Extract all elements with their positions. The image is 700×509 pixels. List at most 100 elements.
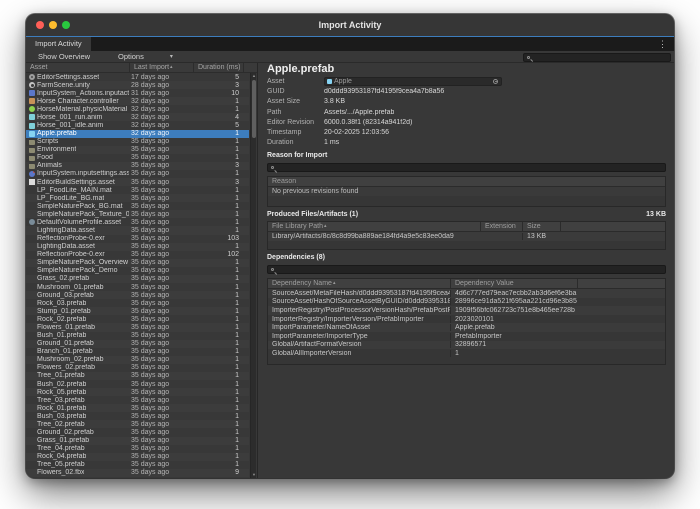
- asset-list-item[interactable]: Horse_001_run.anim 32 days ago 4: [26, 113, 249, 121]
- column-header-size[interactable]: Size: [522, 222, 560, 231]
- asset-list-item[interactable]: Apple.prefab 32 days ago 1: [26, 130, 249, 138]
- kebab-menu-icon[interactable]: ⋮: [658, 37, 667, 51]
- show-overview-button[interactable]: Show Overview: [38, 51, 90, 63]
- column-header-extension[interactable]: Extension: [480, 222, 522, 231]
- asset-name-cell: Grass_01.prefab: [26, 437, 129, 444]
- title-bar[interactable]: Import Activity: [26, 14, 674, 36]
- dependency-value: 1: [450, 350, 577, 357]
- minimize-button[interactable]: [49, 21, 57, 29]
- asset-list-item[interactable]: Rock_03.prefab 35 days ago 1: [26, 299, 249, 307]
- asset-duration: 1: [193, 292, 239, 299]
- asset-list-item[interactable]: LightingData.asset 35 days ago 1: [26, 243, 249, 251]
- asset-list-item[interactable]: Food 35 days ago 1: [26, 154, 249, 162]
- asset-list-item[interactable]: Tree_04.prefab 35 days ago 1: [26, 445, 249, 453]
- asset-list-item[interactable]: Rock_01.prefab 35 days ago 1: [26, 404, 249, 412]
- column-header-asset[interactable]: Asset: [26, 63, 129, 72]
- asset-list-item[interactable]: ReflectionProbe-0.exr 35 days ago 102: [26, 251, 249, 259]
- column-header-last-import[interactable]: Last Import▴: [129, 63, 193, 72]
- reason-search-input[interactable]: [267, 163, 666, 172]
- asset-list-item[interactable]: ReflectionProbe-0.exr 35 days ago 103: [26, 235, 249, 243]
- asset-name-cell: InputSystem_Actions.inputactions: [26, 90, 129, 97]
- object-picker-icon[interactable]: [493, 79, 498, 84]
- asset-list-item[interactable]: Tree_05.prefab 35 days ago 1: [26, 461, 249, 469]
- dependency-row[interactable]: Global/AllImporterVersion 1: [268, 349, 665, 358]
- produced-rows: Library/Artifacts/8c/8c8d99ba889ae184fd4…: [268, 232, 665, 241]
- asset-list-item[interactable]: Grass_02.prefab 35 days ago 1: [26, 275, 249, 283]
- column-header-dependency-name[interactable]: Dependency Name▴: [268, 279, 450, 288]
- asset-list-item[interactable]: InputSystem_Actions.inputactions 31 days…: [26, 89, 249, 97]
- asset-list-item[interactable]: DefaultVolumeProfile.asset 35 days ago 1: [26, 218, 249, 226]
- dependency-row[interactable]: Global/ArtifactFormatVersion 32896571: [268, 341, 665, 350]
- vertical-scrollbar[interactable]: ▲ ▼: [250, 73, 256, 478]
- asset-list-item[interactable]: Rock_02.prefab 35 days ago 1: [26, 315, 249, 323]
- asset-list-item[interactable]: Flowers_02.fbx 35 days ago 9: [26, 469, 249, 477]
- scroll-up-arrow-icon[interactable]: ▲: [251, 73, 257, 79]
- asset-list-item[interactable]: Tree_02.prefab 35 days ago 1: [26, 420, 249, 428]
- asset-list-item[interactable]: EditorBuildSettings.asset 35 days ago 3: [26, 178, 249, 186]
- asset-list-item[interactable]: Horse Character.controller 32 days ago 1: [26, 97, 249, 105]
- dependency-row[interactable]: ImportParameter/ImporterType PrefabImpor…: [268, 332, 665, 341]
- asset-list-item[interactable]: Stump_01.prefab 35 days ago 1: [26, 307, 249, 315]
- dependency-row[interactable]: ImporterRegistry/ImporterVersion/PrefabI…: [268, 315, 665, 324]
- column-header-reason[interactable]: Reason: [268, 177, 296, 186]
- detail-field-row: Timestamp 20-02-2025 12:03:56: [267, 127, 666, 137]
- tab-import-activity[interactable]: Import Activity: [26, 37, 91, 51]
- detail-field-value: 6000.0.38f1 (82314a941f2d): [324, 119, 412, 126]
- dependency-name: ImportParameter/ImporterType: [268, 333, 450, 340]
- dependency-row[interactable]: ImportParameter/NameOfAsset Apple.prefab: [268, 323, 665, 332]
- asset-list-item[interactable]: LightingData.asset 35 days ago 1: [26, 226, 249, 234]
- asset-list-item[interactable]: SimpleNaturePack_Demo 35 days ago 1: [26, 267, 249, 275]
- asset-list-item[interactable]: Animals 35 days ago 3: [26, 162, 249, 170]
- asset-object-field[interactable]: Apple: [324, 77, 502, 86]
- close-button[interactable]: [36, 21, 44, 29]
- asset-list-item[interactable]: Bush_03.prefab 35 days ago 1: [26, 412, 249, 420]
- dependency-row[interactable]: SourceAsset/MetaFileHash/d0ddd93953187fd…: [268, 289, 665, 298]
- asset-list-item[interactable]: Rock_05.prefab 35 days ago 1: [26, 388, 249, 396]
- column-header-duration[interactable]: Duration (ms): [193, 63, 243, 72]
- asset-list-item[interactable]: Horse_001_idle.anim 32 days ago 5: [26, 121, 249, 129]
- asset-list-item[interactable]: Branch_01.prefab 35 days ago 1: [26, 348, 249, 356]
- asset-list-item[interactable]: InputSystem.inputsettings.asset 35 days …: [26, 170, 249, 178]
- dependency-row[interactable]: SourceAsset/HashOfSourceAssetByGUID/d0dd…: [268, 298, 665, 307]
- asset-list-item[interactable]: Flowers_01.prefab 35 days ago 1: [26, 323, 249, 331]
- asset-list-item[interactable]: Ground_01.prefab 35 days ago 1: [26, 340, 249, 348]
- search-icon: [271, 166, 274, 169]
- asset-list-item[interactable]: Grass_01.prefab 35 days ago 1: [26, 437, 249, 445]
- asset-list-item[interactable]: FarmScene.unity 28 days ago 3: [26, 81, 249, 89]
- dependencies-search-input[interactable]: [267, 265, 666, 274]
- column-header-dependency-value[interactable]: Dependency Value: [450, 279, 577, 288]
- asset-list-item[interactable]: Ground_02.prefab 35 days ago 1: [26, 428, 249, 436]
- asset-list-item[interactable]: Mushroom_02.prefab 35 days ago 1: [26, 356, 249, 364]
- asset-list-item[interactable]: Flowers_02.prefab 35 days ago 1: [26, 364, 249, 372]
- dependency-row[interactable]: ImporterRegistry/PostProcessorVersionHas…: [268, 306, 665, 315]
- asset-list-item[interactable]: SimpleNaturePack_Overview 35 days ago 1: [26, 259, 249, 267]
- asset-list-item[interactable]: LP_FoodLite_BG.mat 35 days ago 1: [26, 194, 249, 202]
- asset-name: Tree_05.prefab: [37, 461, 85, 468]
- asset-list-item[interactable]: Tree_01.prefab 35 days ago 1: [26, 372, 249, 380]
- asset-list-item[interactable]: Environment 35 days ago 1: [26, 146, 249, 154]
- asset-list-item[interactable]: Ground_03.prefab 35 days ago 1: [26, 291, 249, 299]
- asset-name-cell: Mushroom_01.prefab: [26, 284, 129, 291]
- column-header-file-library-path[interactable]: File Library Path▴: [268, 222, 480, 231]
- scrollbar-thumb[interactable]: [252, 80, 256, 138]
- asset-list-item[interactable]: SimpleNaturePack_Texture_01.mat 35 days …: [26, 210, 249, 218]
- scroll-down-arrow-icon[interactable]: ▼: [251, 472, 257, 478]
- asset-list-item[interactable]: SimpleNaturePack_BG.mat 35 days ago 1: [26, 202, 249, 210]
- asset-list-item[interactable]: Mushroom_01.prefab 35 days ago 1: [26, 283, 249, 291]
- asset-name: Horse_001_run.anim: [37, 114, 102, 121]
- asset-name-cell: Tree_02.prefab: [26, 421, 129, 428]
- asset-list-item[interactable]: Scripts 35 days ago 1: [26, 138, 249, 146]
- asset-list-item[interactable]: Bush_01.prefab 35 days ago 1: [26, 332, 249, 340]
- asset-name: Mushroom_02.prefab: [37, 356, 104, 363]
- asset-list-item[interactable]: Bush_02.prefab 35 days ago 1: [26, 380, 249, 388]
- zoom-button[interactable]: [62, 21, 70, 29]
- produced-file-row[interactable]: Library/Artifacts/8c/8c8d99ba889ae184fd4…: [268, 232, 665, 241]
- asset-list-item[interactable]: LP_FoodLite_MAIN.mat 35 days ago 1: [26, 186, 249, 194]
- asset-last-import: 32 days ago: [129, 130, 193, 137]
- options-dropdown[interactable]: Options ▾: [118, 51, 173, 63]
- toolbar-search-input[interactable]: [523, 53, 671, 62]
- asset-list-item[interactable]: HorseMaterial.physicMaterial 32 days ago…: [26, 105, 249, 113]
- asset-list-item[interactable]: Tree_03.prefab 35 days ago 1: [26, 396, 249, 404]
- asset-list-item[interactable]: EditorSettings.asset 17 days ago 5: [26, 73, 249, 81]
- asset-list-item[interactable]: Rock_04.prefab 35 days ago 1: [26, 453, 249, 461]
